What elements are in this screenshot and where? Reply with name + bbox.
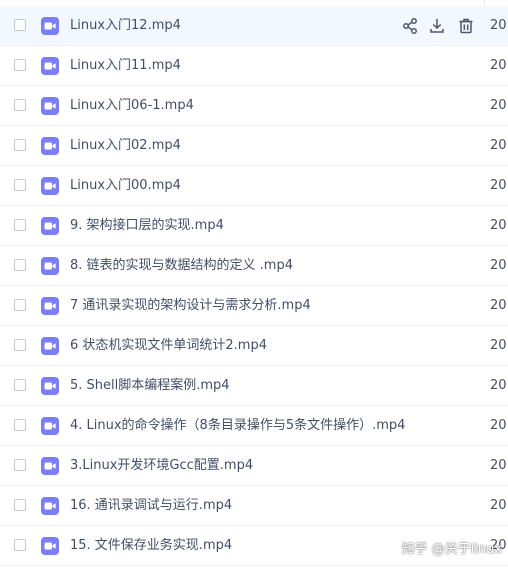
file-list: Linux入门12.mp4 201 Linux入门11.mp4 201 Linu… — [0, 6, 508, 566]
file-date: 201 — [490, 298, 508, 313]
file-row[interactable]: Linux入门06-1.mp4 201 — [0, 86, 508, 126]
video-file-icon — [40, 256, 60, 276]
delete-icon[interactable] — [456, 16, 476, 36]
file-row[interactable]: Linux入门11.mp4 201 — [0, 46, 508, 86]
file-row[interactable]: Linux入门00.mp4 201 — [0, 166, 508, 206]
row-checkbox[interactable] — [14, 19, 26, 31]
file-name[interactable]: 5. Shell脚本编程案例.mp4 — [70, 366, 230, 406]
file-date: 201 — [490, 58, 508, 73]
file-date: 201 — [490, 178, 508, 193]
row-checkbox[interactable] — [14, 299, 26, 311]
file-name[interactable]: 7 通讯录实现的架构设计与需求分析.mp4 — [70, 286, 311, 326]
file-row[interactable]: 9. 架构接口层的实现.mp4 201 — [0, 206, 508, 246]
file-name[interactable]: 4. Linux的命令操作（8条目录操作与5条文件操作）.mp4 — [70, 406, 405, 446]
share-icon[interactable] — [400, 16, 420, 36]
file-name[interactable]: Linux入门11.mp4 — [70, 46, 181, 86]
file-name[interactable]: Linux入门00.mp4 — [70, 166, 181, 206]
row-checkbox[interactable] — [14, 139, 26, 151]
file-row[interactable]: 6 状态机实现文件单词统计2.mp4 201 — [0, 326, 508, 366]
file-name[interactable]: Linux入门12.mp4 — [70, 6, 181, 46]
file-date: 201 — [490, 498, 508, 513]
video-file-icon — [40, 376, 60, 396]
file-date: 201 — [490, 418, 508, 433]
video-file-icon — [40, 216, 60, 236]
video-file-icon — [40, 56, 60, 76]
watermark: 知乎 @关于linux — [401, 542, 502, 557]
file-date: 201 — [490, 138, 508, 153]
file-name[interactable]: 6 状态机实现文件单词统计2.mp4 — [70, 326, 267, 366]
video-file-icon — [40, 496, 60, 516]
file-date: 201 — [490, 218, 508, 233]
video-file-icon — [40, 96, 60, 116]
file-date: 201 — [490, 378, 508, 393]
file-name[interactable]: 16. 通讯录调试与运行.mp4 — [70, 486, 232, 526]
row-checkbox[interactable] — [14, 219, 26, 231]
file-row[interactable]: 16. 通讯录调试与运行.mp4 201 — [0, 486, 508, 526]
file-name[interactable]: 8. 链表的实现与数据结构的定义 .mp4 — [70, 246, 293, 286]
file-row[interactable]: 3.Linux开发环境Gcc配置.mp4 201 — [0, 446, 508, 486]
video-file-icon — [40, 136, 60, 156]
row-checkbox[interactable] — [14, 339, 26, 351]
row-checkbox[interactable] — [14, 379, 26, 391]
file-row[interactable]: Linux入门02.mp4 201 — [0, 126, 508, 166]
file-date: 201 — [490, 258, 508, 273]
file-date: 201 — [490, 18, 508, 33]
file-name[interactable]: Linux入门06-1.mp4 — [70, 86, 194, 126]
row-checkbox[interactable] — [14, 259, 26, 271]
file-name[interactable]: 15. 文件保存业务实现.mp4 — [70, 526, 232, 566]
file-row[interactable]: 8. 链表的实现与数据结构的定义 .mp4 201 — [0, 246, 508, 286]
video-file-icon — [40, 456, 60, 476]
file-date: 201 — [490, 458, 508, 473]
file-row[interactable]: 7 通讯录实现的架构设计与需求分析.mp4 201 — [0, 286, 508, 326]
file-name[interactable]: 3.Linux开发环境Gcc配置.mp4 — [70, 446, 253, 486]
video-file-icon — [40, 176, 60, 196]
row-checkbox[interactable] — [14, 419, 26, 431]
file-name[interactable]: Linux入门02.mp4 — [70, 126, 181, 166]
row-checkbox[interactable] — [14, 499, 26, 511]
video-file-icon — [40, 416, 60, 436]
video-file-icon — [40, 336, 60, 356]
file-row[interactable]: Linux入门12.mp4 201 — [0, 6, 508, 46]
download-icon[interactable] — [427, 16, 447, 36]
video-file-icon — [40, 536, 60, 556]
row-checkbox[interactable] — [14, 179, 26, 191]
file-row[interactable]: 5. Shell脚本编程案例.mp4 201 — [0, 366, 508, 406]
file-name[interactable]: 9. 架构接口层的实现.mp4 — [70, 206, 224, 246]
file-row[interactable]: 4. Linux的命令操作（8条目录操作与5条文件操作）.mp4 201 — [0, 406, 508, 446]
row-checkbox[interactable] — [14, 539, 26, 551]
file-date: 201 — [490, 338, 508, 353]
row-checkbox[interactable] — [14, 59, 26, 71]
file-date: 201 — [490, 98, 508, 113]
video-file-icon — [40, 296, 60, 316]
video-file-icon — [40, 16, 60, 36]
row-checkbox[interactable] — [14, 459, 26, 471]
row-checkbox[interactable] — [14, 99, 26, 111]
